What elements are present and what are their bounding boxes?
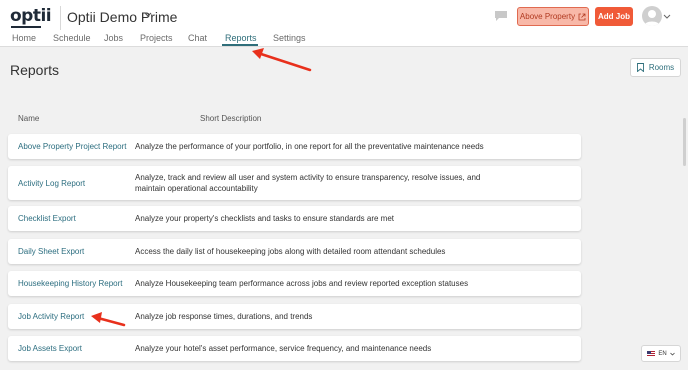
user-icon	[644, 10, 660, 26]
report-description: Analyze job response times, durations, a…	[135, 312, 313, 321]
scrollbar[interactable]	[683, 118, 686, 166]
optii-logo[interactable]: optii	[10, 6, 52, 26]
external-link-icon	[578, 13, 586, 20]
logo-underline	[11, 26, 41, 28]
report-row[interactable]: Activity Log Report Analyze, track and r…	[8, 166, 581, 200]
tab-schedule[interactable]: Schedule	[53, 33, 91, 43]
language-label: EN	[658, 350, 667, 357]
add-job-button[interactable]: Add Job	[595, 7, 633, 26]
tab-jobs[interactable]: Jobs	[104, 33, 123, 43]
bookmark-icon	[636, 63, 644, 72]
report-description: Access the daily list of housekeeping jo…	[135, 247, 446, 256]
annotation-arrow	[91, 312, 126, 327]
tab-chat[interactable]: Chat	[188, 33, 207, 43]
main-nav: Home Schedule Jobs Projects Chat Reports…	[0, 33, 688, 47]
report-description: Analyze, track and review all user and s…	[135, 173, 481, 193]
report-row[interactable]: Housekeeping History Report Analyze Hous…	[8, 271, 581, 296]
avatar[interactable]	[642, 6, 662, 26]
report-description: Analyze your property's checklists and t…	[135, 214, 394, 223]
page-title: Reports	[10, 62, 60, 78]
report-description: Analyze your hotel's asset performance, …	[135, 344, 432, 353]
above-property-label: Above Property	[519, 12, 576, 21]
chevron-down-icon[interactable]	[663, 13, 671, 20]
rooms-button[interactable]: Rooms	[630, 58, 681, 77]
report-link[interactable]: Job Activity Report	[18, 312, 84, 321]
report-row[interactable]: Job Assets Export Analyze your hotel's a…	[8, 336, 581, 361]
tab-reports[interactable]: Reports	[225, 33, 257, 43]
us-flag-icon	[647, 351, 656, 356]
chevron-down-icon[interactable]	[143, 9, 153, 21]
report-row[interactable]: Above Property Project Report Analyze th…	[8, 134, 581, 159]
property-selector[interactable]: Optii Demo Prime	[67, 9, 177, 25]
column-header-name: Name	[18, 114, 40, 123]
column-header-description: Short Description	[200, 114, 262, 123]
tab-settings[interactable]: Settings	[273, 33, 306, 43]
chat-icon[interactable]	[494, 10, 508, 22]
report-link[interactable]: Above Property Project Report	[18, 142, 127, 151]
tab-projects[interactable]: Projects	[140, 33, 173, 43]
report-link[interactable]: Housekeeping History Report	[18, 279, 123, 288]
report-link[interactable]: Activity Log Report	[18, 179, 85, 188]
above-property-button[interactable]: Above Property	[517, 7, 589, 26]
divider	[60, 6, 61, 30]
annotation-arrow	[252, 48, 312, 72]
report-row[interactable]: Checklist Export Analyze your property's…	[8, 206, 581, 231]
report-description: Analyze Housekeeping team performance ac…	[135, 279, 469, 288]
report-description: Analyze the performance of your portfoli…	[135, 142, 484, 151]
report-row[interactable]: Daily Sheet Export Access the daily list…	[8, 239, 581, 264]
tab-home[interactable]: Home	[12, 33, 36, 43]
report-link[interactable]: Checklist Export	[18, 214, 76, 223]
rooms-label: Rooms	[648, 63, 675, 72]
report-link[interactable]: Daily Sheet Export	[18, 247, 84, 256]
chevron-down-icon	[669, 352, 675, 355]
report-link[interactable]: Job Assets Export	[18, 344, 82, 353]
language-selector[interactable]: EN	[641, 345, 681, 362]
